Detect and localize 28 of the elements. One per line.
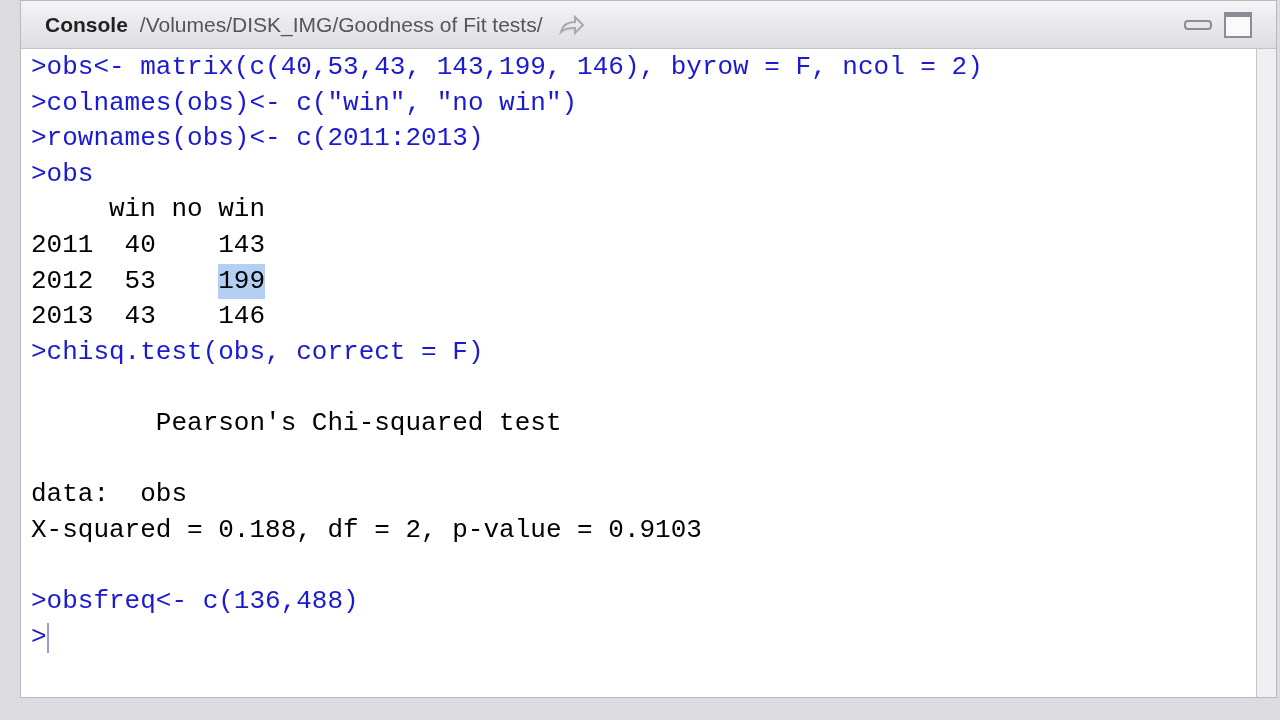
console-command: rownames(obs)<- c(2011:2013) [46, 122, 484, 156]
text-cursor[interactable] [46, 622, 49, 653]
console-output: 2013 43 146 [31, 300, 266, 334]
console-prompt: > [31, 335, 47, 369]
maximize-icon[interactable] [1224, 11, 1252, 38]
console-output: win no win [108, 193, 266, 227]
console-prompt: > [31, 584, 47, 618]
go-to-directory-icon[interactable] [558, 14, 585, 35]
console-output: Pearson's Chi-squared test [154, 406, 562, 440]
scrollbar[interactable] [1256, 49, 1276, 697]
console-command: obs<- matrix(c(40,53,43, 143,199, 146), byrow = F, ncol = 2) [46, 51, 983, 84]
console-command: chisq.test(obs, correct = F) [46, 335, 484, 369]
pane-title[interactable]: Console [45, 8, 128, 41]
console-prompt: > [31, 122, 47, 156]
console-command: colnames(obs)<- c("win", "no win") [46, 86, 578, 120]
working-directory-path: /Volumes/DISK_IMG/Goodness of Fit tests/ [139, 11, 543, 39]
selected-text: 199 [218, 263, 266, 300]
console-output: 2012 53 [31, 264, 157, 298]
console-command: obsfreq<- c(136,488) [46, 584, 359, 618]
console-prompt: > [31, 51, 47, 84]
console-prompt: > [31, 157, 47, 191]
console-output: data: obs [31, 478, 188, 512]
console-command: obs [46, 157, 94, 191]
console-output: 2011 40 143 [31, 228, 266, 262]
minimize-icon[interactable] [1184, 18, 1212, 31]
console-prompt: > [31, 620, 47, 654]
console-output: X-squared = 0.188, df = 2, p-value = 0.9103 [31, 513, 702, 547]
console-prompt: > [31, 86, 47, 120]
